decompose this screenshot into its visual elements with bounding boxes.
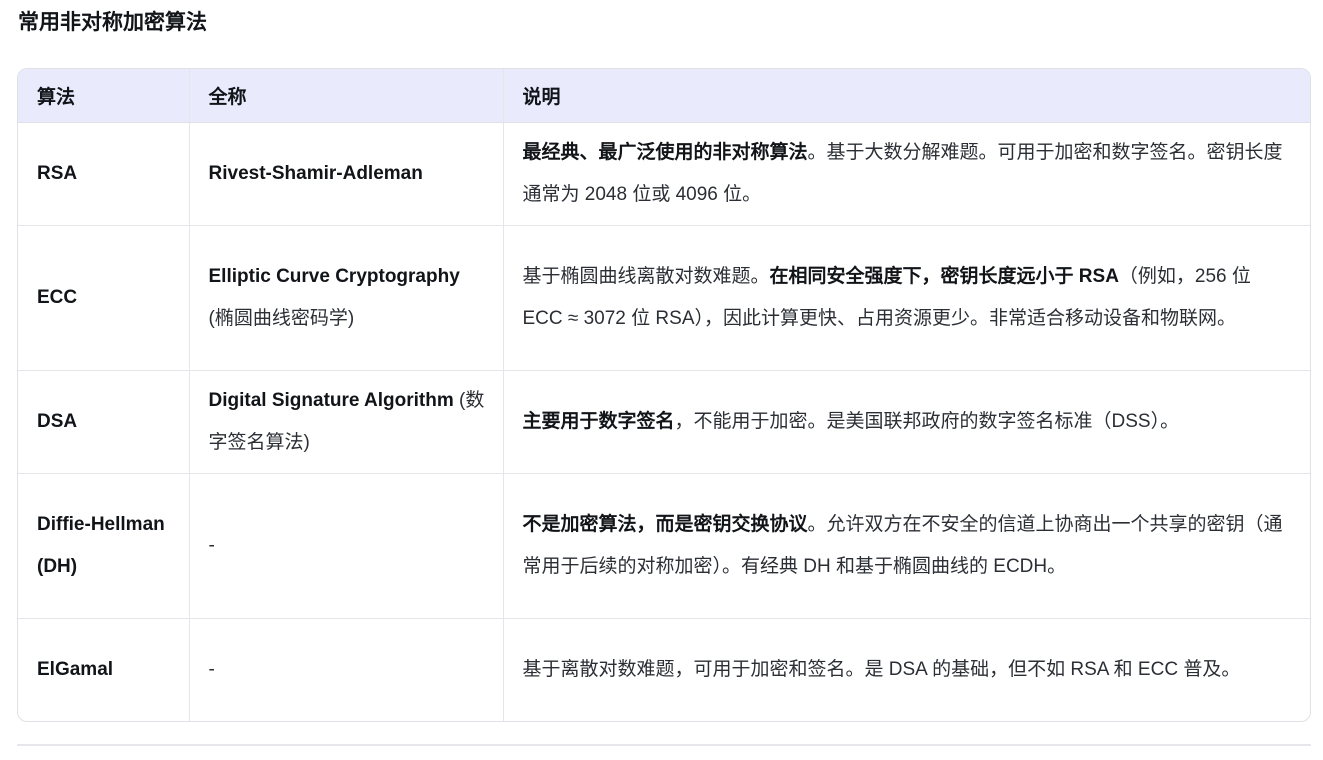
- table-row: RSA Rivest-Shamir-Adleman 最经典、最广泛使用的非对称算…: [18, 122, 1310, 226]
- header-full-name: 全称: [188, 69, 503, 123]
- cell-full-name: Rivest-Shamir-Adleman: [188, 122, 503, 226]
- cell-algorithm: ECC: [18, 225, 189, 371]
- header-description: 说明: [502, 69, 1310, 123]
- cell-full-name: Digital Signature Algorithm (数字签名算法): [188, 370, 503, 474]
- cell-description: 主要用于数字签名，不能用于加密。是美国联邦政府的数字签名标准（DSS）。: [502, 370, 1310, 474]
- header-algorithm: 算法: [18, 69, 189, 123]
- section-heading: 常用非对称加密算法: [18, 11, 207, 34]
- cell-description: 最经典、最广泛使用的非对称算法。基于大数分解难题。可用于加密和数字签名。密钥长度…: [502, 122, 1310, 226]
- page: 常用非对称加密算法 算法 全称 说明 RSA Rivest-Shamir-Adl…: [0, 0, 1323, 760]
- algorithm-table: 算法 全称 说明 RSA Rivest-Shamir-Adleman 最经典、最…: [17, 68, 1311, 722]
- cell-algorithm: RSA: [37, 163, 78, 184]
- full-name-rest: -: [208, 535, 215, 556]
- table-row: ElGamal - 基于离散对数难题，可用于加密和签名。是 DSA 的基础，但不…: [18, 618, 1310, 721]
- full-name-rest: -: [208, 658, 215, 680]
- full-name-bold: Elliptic Curve Cryptography: [208, 266, 460, 287]
- desc-text-bold: 最经典、最广泛使用的非对称算法: [522, 142, 808, 163]
- full-name-bold: Digital Signature Algorithm: [208, 390, 454, 411]
- table-header-row: 算法 全称 说明: [18, 69, 1310, 123]
- table-row: Diffie-Hellman (DH) - 不是加密算法，而是密钥交换协议。允许…: [18, 473, 1310, 619]
- desc-text-bold: 主要用于数字签名: [522, 411, 675, 432]
- cell-algorithm: Diffie-Hellman (DH): [18, 473, 189, 619]
- cell-description: 不是加密算法，而是密钥交换协议。允许双方在不安全的信道上协商出一个共享的密钥（通…: [502, 473, 1310, 619]
- cell-full-name: -: [188, 618, 503, 721]
- cell-description: 基于离散对数难题，可用于加密和签名。是 DSA 的基础，但不如 RSA 和 EC…: [502, 618, 1310, 721]
- cell-full-name: Elliptic Curve Cryptography (椭圆曲线密码学): [188, 225, 503, 371]
- desc-text-bold: 不是加密算法，而是密钥交换协议: [522, 514, 808, 535]
- cell-algorithm: ElGamal: [18, 618, 189, 721]
- desc-text-a: 基于椭圆曲线离散对数难题。: [522, 266, 770, 287]
- section-divider: [17, 744, 1311, 746]
- table-row: DSA Digital Signature Algorithm (数字签名算法)…: [18, 370, 1310, 474]
- desc-text-bold: 在相同安全强度下，密钥长度远小于 RSA: [769, 266, 1119, 287]
- desc-text-b: ，不能用于加密。是美国联邦政府的数字签名标准（DSS）。: [674, 411, 1180, 432]
- table-row: ECC Elliptic Curve Cryptography (椭圆曲线密码学…: [18, 225, 1310, 371]
- cell-algorithm: DSA: [18, 370, 189, 474]
- full-name-rest: (椭圆曲线密码学): [208, 308, 355, 329]
- cell-full-name: -: [188, 473, 503, 619]
- full-name-bold: Rivest-Shamir-Adleman: [208, 163, 423, 184]
- desc-text-a: 基于离散对数难题，可用于加密和签名。是 DSA 的基础，但不如 RSA 和 EC…: [522, 658, 1241, 680]
- cell-description: 基于椭圆曲线离散对数难题。在相同安全强度下，密钥长度远小于 RSA（例如，256…: [502, 225, 1310, 371]
